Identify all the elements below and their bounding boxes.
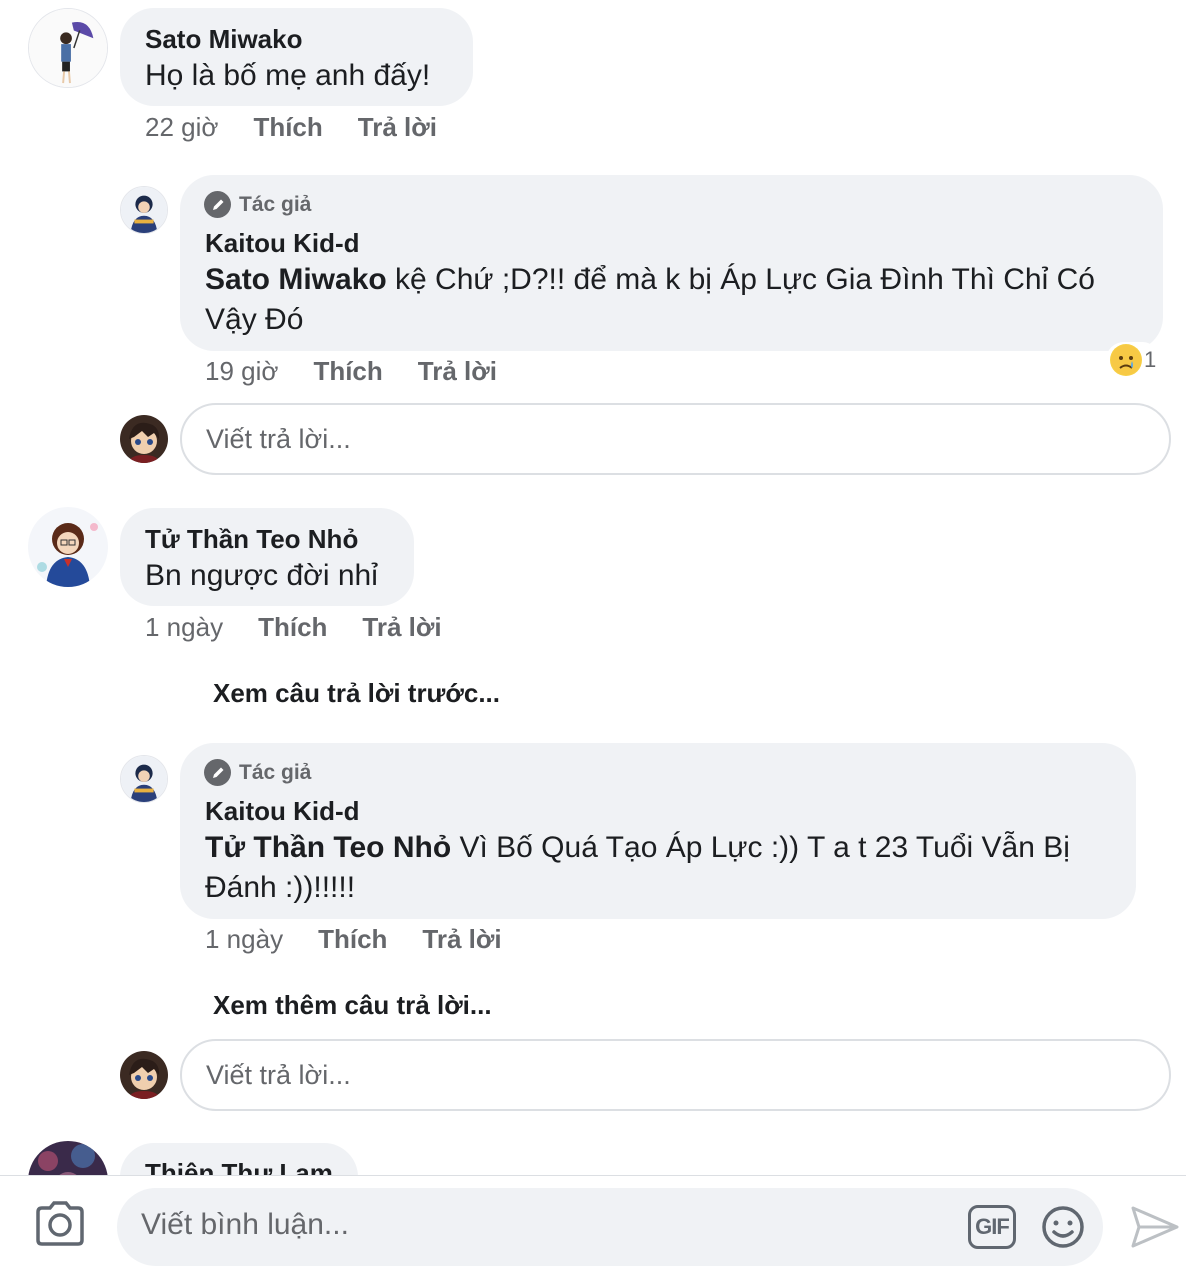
gif-icon[interactable]: GIF: [968, 1205, 1016, 1249]
comment-input-placeholder: Viết bình luận...: [141, 1208, 349, 1241]
avatar-kaitou-kid[interactable]: [120, 186, 168, 234]
author-badge: Tác giả: [204, 759, 311, 786]
comment-text: Bn ngược đời nhỉ: [145, 559, 378, 592]
comment-meta: 1 ngày Thích Trả lời: [145, 612, 477, 643]
comment-text-line: Vì Bố Quá Tạo Áp Lực :)) T a t 23 Tuổi V…: [451, 831, 1070, 864]
comment-meta: 22 giờ Thích Trả lời: [145, 112, 472, 143]
comment-author-name[interactable]: Sato Miwako: [145, 24, 302, 55]
reaction-summary[interactable]: 1: [1106, 342, 1161, 378]
avatar-tu-than-teo-nho[interactable]: [28, 507, 108, 587]
reply-button[interactable]: Trả lời: [362, 612, 441, 643]
comment-composer-bar: Viết bình luận... GIF: [0, 1175, 1186, 1273]
author-badge: Tác giả: [204, 191, 311, 218]
author-badge-label: Tác giả: [239, 192, 312, 216]
comment-time[interactable]: 22 giờ: [145, 112, 218, 143]
comment-time[interactable]: 1 ngày: [145, 612, 223, 643]
reply-input-placeholder: Viết trả lời...: [206, 423, 351, 454]
like-button[interactable]: Thích: [318, 924, 387, 955]
reaction-count: 1: [1144, 347, 1157, 372]
comment-text: Tử Thần Teo Nhỏ Vì Bố Quá Tạo Áp Lực :))…: [205, 828, 1070, 868]
reply-button[interactable]: Trả lời: [418, 356, 497, 387]
comment-author-name[interactable]: Kaitou Kid-d: [205, 796, 360, 827]
like-button[interactable]: Thích: [253, 112, 322, 143]
mention-link[interactable]: Tử Thần Teo Nhỏ: [205, 831, 451, 864]
gif-label: GIF: [975, 1214, 1010, 1239]
mention-link[interactable]: Sato Miwako: [205, 263, 387, 296]
like-button[interactable]: Thích: [313, 356, 382, 387]
author-badge-label: Tác giả: [239, 760, 312, 784]
emoji-icon[interactable]: [1041, 1205, 1085, 1249]
view-more-replies-link[interactable]: Xem thêm câu trả lời...: [213, 990, 492, 1021]
avatar-sato-miwako[interactable]: [28, 8, 108, 88]
comment-time[interactable]: 1 ngày: [205, 924, 283, 955]
comment-text: Họ là bố mẹ anh đấy!: [145, 59, 431, 92]
reply-input[interactable]: Viết trả lời...: [180, 1039, 1171, 1111]
avatar-kaitou-kid[interactable]: [120, 755, 168, 803]
comment-text-continued: Vậy Đó: [205, 303, 304, 336]
comment-meta: 1 ngày Thích Trả lời: [205, 924, 537, 955]
reply-input[interactable]: Viết trả lời...: [180, 403, 1171, 475]
reply-button[interactable]: Trả lời: [358, 112, 437, 143]
camera-icon[interactable]: [34, 1200, 86, 1248]
comment-text-continued: Đánh :))!!!!!: [205, 871, 356, 904]
comment-meta: 19 giờ Thích Trả lời: [205, 356, 532, 387]
send-icon[interactable]: [1130, 1204, 1180, 1250]
reply-input-placeholder: Viết trả lời...: [206, 1059, 351, 1090]
comment-text: Sato Miwako kệ Chứ ;D?!! để mà k bị Áp L…: [205, 260, 1095, 300]
view-previous-replies-link[interactable]: Xem câu trả lời trước...: [213, 678, 500, 709]
current-user-avatar: [120, 1051, 168, 1099]
like-button[interactable]: Thích: [258, 612, 327, 643]
reply-button[interactable]: Trả lời: [422, 924, 501, 955]
comment-author-name[interactable]: Kaitou Kid-d: [205, 228, 360, 259]
comment-author-name[interactable]: Tử Thần Teo Nhỏ: [145, 524, 358, 555]
current-user-avatar: [120, 415, 168, 463]
pencil-icon: [204, 191, 231, 218]
comment-text-line: kệ Chứ ;D?!! để mà k bị Áp Lực Gia Đình …: [386, 263, 1095, 296]
pencil-icon: [204, 759, 231, 786]
comment-time[interactable]: 19 giờ: [205, 356, 278, 387]
sad-reaction-icon: [1110, 344, 1142, 376]
comment-input[interactable]: Viết bình luận... GIF: [117, 1188, 1103, 1266]
